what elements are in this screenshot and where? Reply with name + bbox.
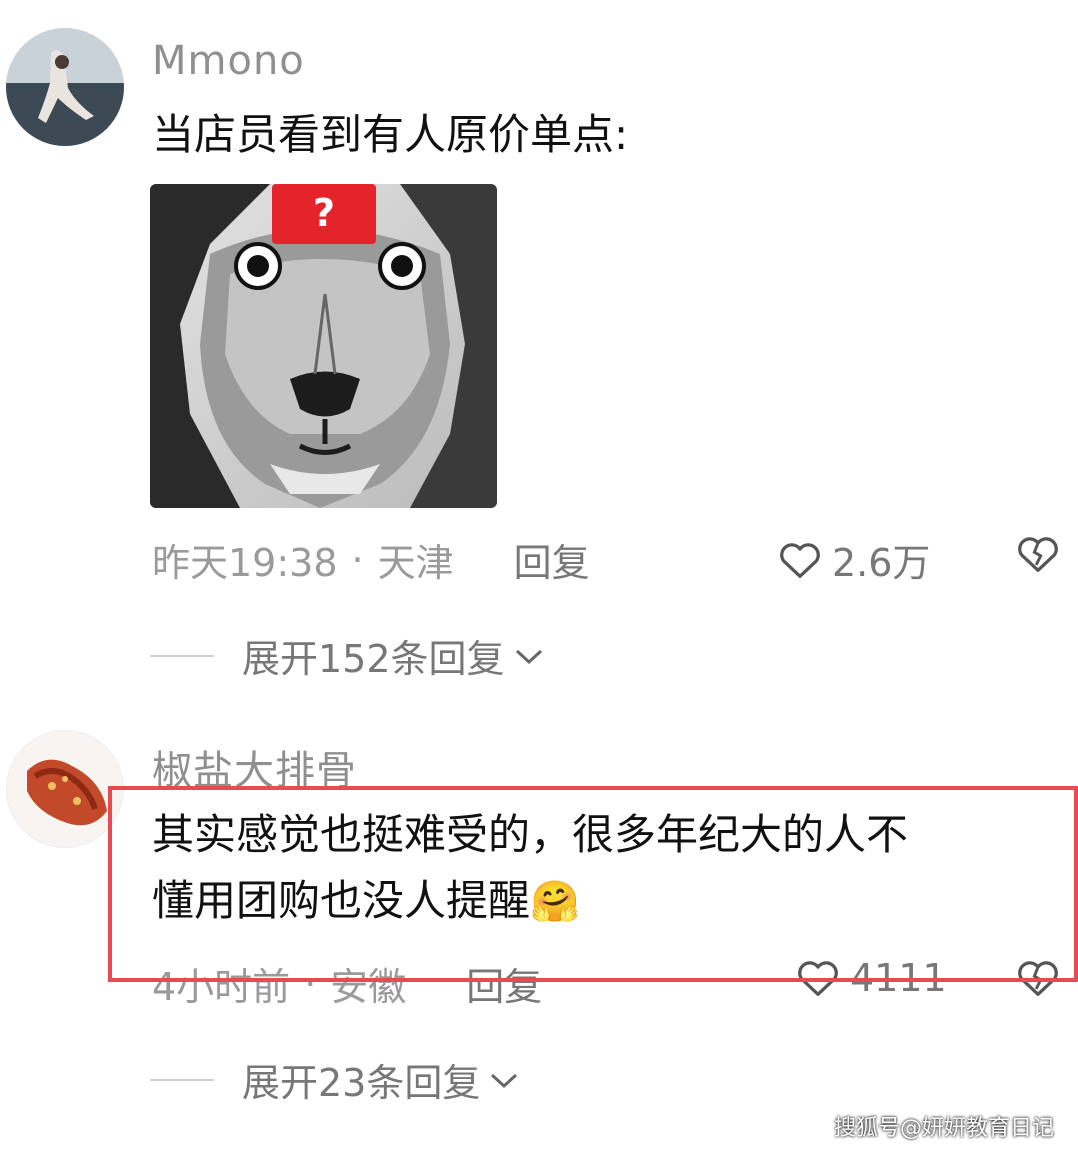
- comment-meta: 昨天19:38 · 天津 回复: [152, 532, 590, 587]
- expand-label: 展开23条回复: [242, 1061, 481, 1105]
- comment-text: 当店员看到有人原价单点:: [152, 110, 629, 159]
- image-badge: ?: [313, 191, 335, 235]
- expand-replies-button[interactable]: 展开23条回复: [150, 1052, 520, 1107]
- like-button[interactable]: 2.6万: [778, 532, 930, 587]
- reply-button[interactable]: 回复: [514, 532, 590, 587]
- username[interactable]: Mmono: [152, 38, 305, 84]
- comment-image[interactable]: ?: [150, 184, 497, 508]
- avatar[interactable]: [6, 28, 124, 146]
- heart-icon: [780, 542, 820, 578]
- avatar[interactable]: [6, 730, 124, 848]
- expand-label: 展开152条回复: [242, 637, 505, 681]
- divider-line: [150, 654, 214, 657]
- expand-replies-button[interactable]: 展开152条回复: [150, 628, 545, 683]
- highlight-box: [108, 786, 1078, 982]
- broken-heart-icon: [1018, 537, 1058, 572]
- comment-location: 天津: [377, 541, 454, 585]
- comment-time: 昨天19:38: [152, 541, 338, 585]
- meta-separator: ·: [351, 537, 364, 582]
- dislike-button[interactable]: [1016, 534, 1060, 578]
- chevron-down-icon: [515, 649, 542, 664]
- watermark: 搜狐号@妍妍教育日记: [833, 1116, 1054, 1141]
- divider-line: [150, 1078, 214, 1081]
- chevron-down-icon: [491, 1073, 518, 1088]
- like-count: 2.6万: [832, 541, 931, 585]
